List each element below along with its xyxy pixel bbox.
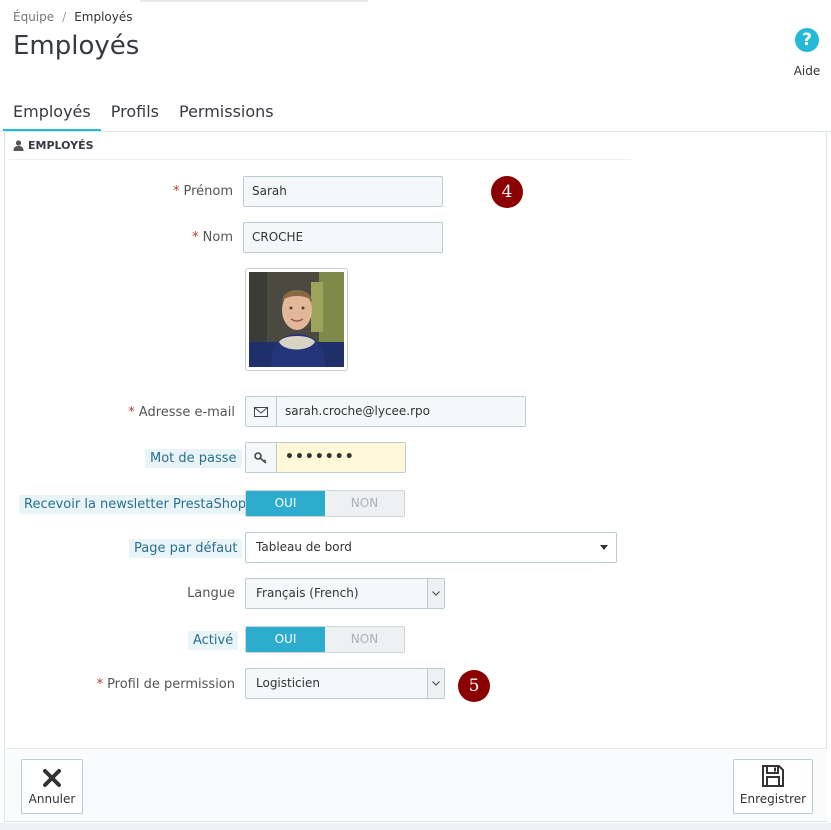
tab-permissions[interactable]: Permissions — [169, 99, 284, 132]
email-label: * Adresse e-mail — [128, 405, 235, 420]
email-input[interactable]: sarah.croche@lycee.rpo — [277, 397, 525, 426]
save-button-label: Enregistrer — [739, 792, 807, 806]
language-select[interactable]: Français (French) — [245, 578, 445, 609]
envelope-icon — [246, 397, 277, 426]
language-value: Français (French) — [256, 586, 359, 600]
password-label: Mot de passe — [145, 449, 242, 468]
active-switch-no[interactable]: NON — [325, 627, 404, 652]
employee-form-panel: EMPLOYÉS * Prénom Sarah 4 * Nom CROCHE * Ad… — [4, 132, 827, 822]
help-button[interactable]: ? Aide — [792, 28, 822, 78]
firstname-label: * Prénom — [172, 184, 233, 199]
newsletter-label: Recevoir la newsletter PrestaShop — [19, 495, 252, 514]
language-label: Langue — [187, 586, 235, 601]
user-icon — [13, 140, 24, 151]
panel-header: EMPLOYÉS — [13, 139, 94, 152]
breadcrumb-separator: / — [62, 10, 67, 24]
required-mark: * — [192, 230, 199, 245]
breadcrumb-parent[interactable]: Équipe — [13, 10, 54, 24]
page-title: Employés — [13, 31, 140, 61]
avatar-photo — [249, 272, 344, 367]
default-page-value: Tableau de bord — [256, 540, 352, 554]
newsletter-switch-yes[interactable]: OUI — [246, 491, 325, 516]
firstname-input[interactable]: Sarah — [243, 176, 443, 207]
profile-value: Logisticien — [256, 676, 320, 690]
cancel-button-label: Annuler — [28, 792, 76, 806]
tab-employes[interactable]: Employés — [3, 99, 101, 132]
profile-label: * Profil de permission — [96, 677, 235, 692]
top-scroll-indicator — [140, 0, 368, 2]
caret-down-icon — [600, 545, 608, 550]
default-page-label: Page par défaut — [129, 539, 243, 558]
password-input[interactable]: ••••••• — [277, 443, 405, 472]
profile-select[interactable]: Logisticien — [245, 668, 445, 699]
help-icon: ? — [795, 28, 819, 52]
close-icon — [22, 760, 82, 790]
password-field[interactable]: ••••••• — [245, 442, 406, 473]
required-mark: * — [128, 405, 135, 420]
panel-header-divider — [9, 159, 631, 160]
save-button[interactable]: Enregistrer — [733, 759, 813, 814]
tab-profils[interactable]: Profils — [101, 99, 169, 132]
active-label: Activé — [188, 631, 239, 650]
lastname-input[interactable]: CROCHE — [243, 222, 443, 253]
key-icon — [246, 443, 277, 472]
callout-badge-5: 5 — [458, 670, 490, 702]
cancel-button[interactable]: Annuler — [21, 759, 83, 814]
breadcrumb-current: Employés — [74, 10, 133, 24]
panel-title: EMPLOYÉS — [28, 139, 94, 152]
required-mark: * — [172, 184, 180, 199]
form-footer: Annuler Enregistrer — [6, 748, 827, 821]
required-mark: * — [96, 677, 104, 692]
email-field[interactable]: sarah.croche@lycee.rpo — [245, 396, 526, 427]
tab-bar: Employés Profils Permissions — [3, 99, 284, 132]
employee-avatar[interactable] — [245, 268, 348, 371]
newsletter-switch-no[interactable]: NON — [325, 491, 404, 516]
chevron-down-icon — [427, 669, 444, 698]
help-label: Aide — [793, 64, 821, 78]
active-switch[interactable]: OUI NON — [245, 626, 405, 653]
save-icon — [734, 760, 812, 790]
page-bottom-strip — [0, 823, 831, 830]
callout-badge-4: 4 — [491, 176, 523, 208]
active-switch-yes[interactable]: OUI — [246, 627, 325, 652]
lastname-label: * Nom — [192, 230, 233, 245]
chevron-down-icon — [427, 579, 444, 608]
breadcrumb: Équipe / Employés — [13, 10, 133, 24]
default-page-select[interactable]: Tableau de bord — [245, 532, 617, 563]
newsletter-switch[interactable]: OUI NON — [245, 490, 405, 517]
